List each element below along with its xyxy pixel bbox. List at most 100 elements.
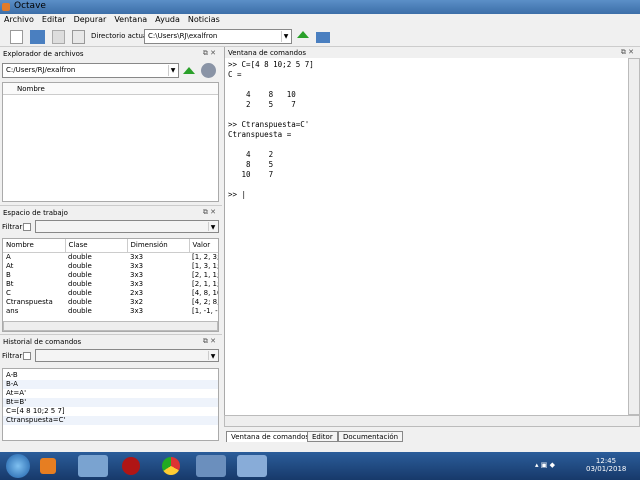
date: 03/01/2018: [586, 465, 627, 473]
file-browser-panel: Explorador de archivos ⧉ ✕ C:/Users/RJ/e…: [0, 47, 222, 205]
paste-icon[interactable]: [72, 30, 85, 44]
chevron-down-icon[interactable]: ▼: [168, 65, 177, 76]
table-cell: [4, 2; 8, 5: [192, 297, 219, 306]
table-row[interactable]: Bdouble 3x3 [2, 1, 1; 1: [3, 270, 218, 279]
table-cell: double: [68, 270, 92, 279]
title-bar: Octave: [0, 0, 640, 14]
tab-editor[interactable]: Editor: [307, 431, 338, 442]
col-dimension[interactable]: Dimensión: [127, 239, 190, 253]
table-cell: 3x3: [130, 252, 144, 261]
table-row[interactable]: At double 3x3 [1, 3, 1; 2: [3, 261, 218, 270]
table-row[interactable]: Ctranspuesta double 3x2 [4, 2; 8, 5: [3, 297, 219, 306]
history-item[interactable]: At=A': [3, 389, 218, 398]
open-folder-icon[interactable]: [30, 30, 45, 44]
filter-label: Filtrar: [2, 223, 23, 231]
chevron-down-icon[interactable]: ▼: [208, 351, 217, 360]
table-cell: [4, 8, 10;: [192, 288, 218, 297]
menu-ayuda[interactable]: Ayuda: [151, 14, 184, 27]
history-panel: Historial de comandos ⧉ ✕ Filtrar ▼ A-B B…: [0, 334, 222, 442]
parent-directory-icon[interactable]: [297, 31, 309, 38]
table-cell: 3x3: [130, 279, 144, 288]
horizontal-scrollbar[interactable]: [224, 415, 640, 427]
table-cell: B: [6, 270, 11, 279]
menu-ventana[interactable]: Ventana: [110, 14, 151, 27]
table-cell: C: [6, 288, 11, 297]
app-icon[interactable]: [122, 457, 140, 475]
menu-archivo[interactable]: Archivo: [0, 14, 38, 27]
table-cell: double: [68, 261, 92, 270]
filter-input[interactable]: ▼: [35, 349, 219, 362]
window-title: Octave: [14, 1, 46, 11]
filter-checkbox[interactable]: [23, 223, 31, 231]
filter-input[interactable]: ▼: [35, 220, 219, 233]
file-browser-path[interactable]: C:/Users/RJ/exalfron ▼: [2, 63, 179, 78]
time: 12:45: [595, 457, 617, 465]
menu-editar[interactable]: Editar: [38, 14, 70, 27]
start-button[interactable]: [6, 454, 30, 478]
table-row[interactable]: ans double 3x3 [1, -1, -2: [3, 306, 218, 315]
variables-table[interactable]: Nombre Clase Dimensión Valor Adouble 3x3 […: [2, 238, 219, 332]
file-list[interactable]: Nombre: [2, 82, 219, 202]
history-item[interactable]: Ctranspuesta=C': [3, 416, 218, 425]
current-directory-value: C:\Users\RJ\exalfron: [148, 32, 218, 40]
col-valor[interactable]: Valor: [189, 239, 218, 253]
chrome-remote-icon[interactable]: [196, 455, 226, 477]
parent-directory-icon[interactable]: [183, 67, 195, 74]
browse-folder-icon[interactable]: [316, 32, 330, 43]
menu-noticias[interactable]: Noticias: [184, 14, 224, 27]
col-clase[interactable]: Clase: [65, 239, 128, 253]
column-nombre[interactable]: Nombre: [3, 83, 218, 95]
table-cell: A: [6, 252, 11, 261]
table-cell: double: [68, 306, 92, 315]
history-item[interactable]: A-B: [3, 371, 218, 380]
table-cell: 3x3: [130, 261, 144, 270]
tray-icons[interactable]: ▴ ▣ ◆: [535, 461, 555, 469]
panel-controls[interactable]: ⧉ ✕: [203, 208, 216, 217]
octave-taskbar-icon[interactable]: [237, 455, 267, 477]
toolbar: Directorio actual: C:\Users\RJ\exalfron ▼: [0, 27, 640, 47]
current-directory-label: Directorio actual:: [91, 32, 152, 40]
history-item[interactable]: B-A: [3, 380, 218, 389]
copy-icon[interactable]: [52, 30, 65, 44]
table-row[interactable]: Cdouble 2x3 [4, 8, 10;: [3, 288, 218, 297]
table-cell: [2, 1, 1; 1: [192, 279, 219, 288]
path-value: C:/Users/RJ/exalfron: [6, 66, 76, 74]
panel-controls[interactable]: ⧉ ✕: [203, 49, 216, 58]
table-cell: 3x2: [130, 297, 144, 306]
file-explorer-icon[interactable]: [78, 455, 108, 477]
media-player-icon[interactable]: [40, 458, 56, 474]
table-row[interactable]: Adouble 3x3 [1, 2, 3; 3: [3, 252, 218, 261]
history-item[interactable]: C=[4 8 10;2 5 7]: [3, 407, 218, 416]
table-row[interactable]: Bt double 3x3 [2, 1, 1; 1: [3, 279, 219, 288]
chevron-down-icon[interactable]: ▼: [281, 31, 290, 42]
history-item[interactable]: Bt=B': [3, 398, 218, 407]
col-nombre[interactable]: Nombre: [3, 239, 66, 253]
horizontal-scrollbar[interactable]: [3, 321, 218, 331]
chrome-icon[interactable]: [162, 457, 180, 475]
table-cell: 3x3: [130, 270, 144, 279]
taskbar: ▴ ▣ ◆ 12:45 03/01/2018: [0, 452, 640, 480]
chevron-down-icon[interactable]: ▼: [208, 222, 217, 231]
filter-checkbox[interactable]: [23, 352, 31, 360]
filter-label: Filtrar: [2, 352, 23, 360]
tab-documentation[interactable]: Documentación: [338, 431, 404, 442]
tab-command-window[interactable]: Ventana de comandos: [226, 431, 314, 442]
menu-depurar[interactable]: Depurar: [70, 14, 111, 27]
table-cell: ans: [6, 306, 19, 315]
panel-controls[interactable]: ⧉ ✕: [621, 48, 634, 57]
vertical-scrollbar[interactable]: [628, 58, 640, 415]
menu-bar: Archivo Editar Depurar Ventana Ayuda Not…: [0, 14, 640, 27]
gear-icon[interactable]: [201, 63, 216, 78]
table-cell: Ctranspuesta: [6, 297, 53, 306]
history-list[interactable]: A-B B-A At=A' Bt=B' C=[4 8 10;2 5 7] Ctranspu…: [2, 368, 219, 441]
table-cell: double: [68, 279, 92, 288]
table-cell: Bt: [6, 279, 14, 288]
table-cell: 3x3: [130, 306, 144, 315]
table-cell: double: [68, 288, 92, 297]
current-directory-select[interactable]: C:\Users\RJ\exalfron ▼: [144, 29, 292, 44]
panel-controls[interactable]: ⧉ ✕: [203, 337, 216, 346]
clock[interactable]: 12:45 03/01/2018: [586, 457, 626, 473]
new-file-icon[interactable]: [10, 30, 23, 44]
command-window-output[interactable]: >> C=[4 8 10;2 5 7] C = 4 8 10 2 5 7 >> …: [224, 58, 628, 415]
workspace-panel: Espacio de trabajo ⧉ ✕ Filtrar ▼ Nombre …: [0, 205, 222, 333]
